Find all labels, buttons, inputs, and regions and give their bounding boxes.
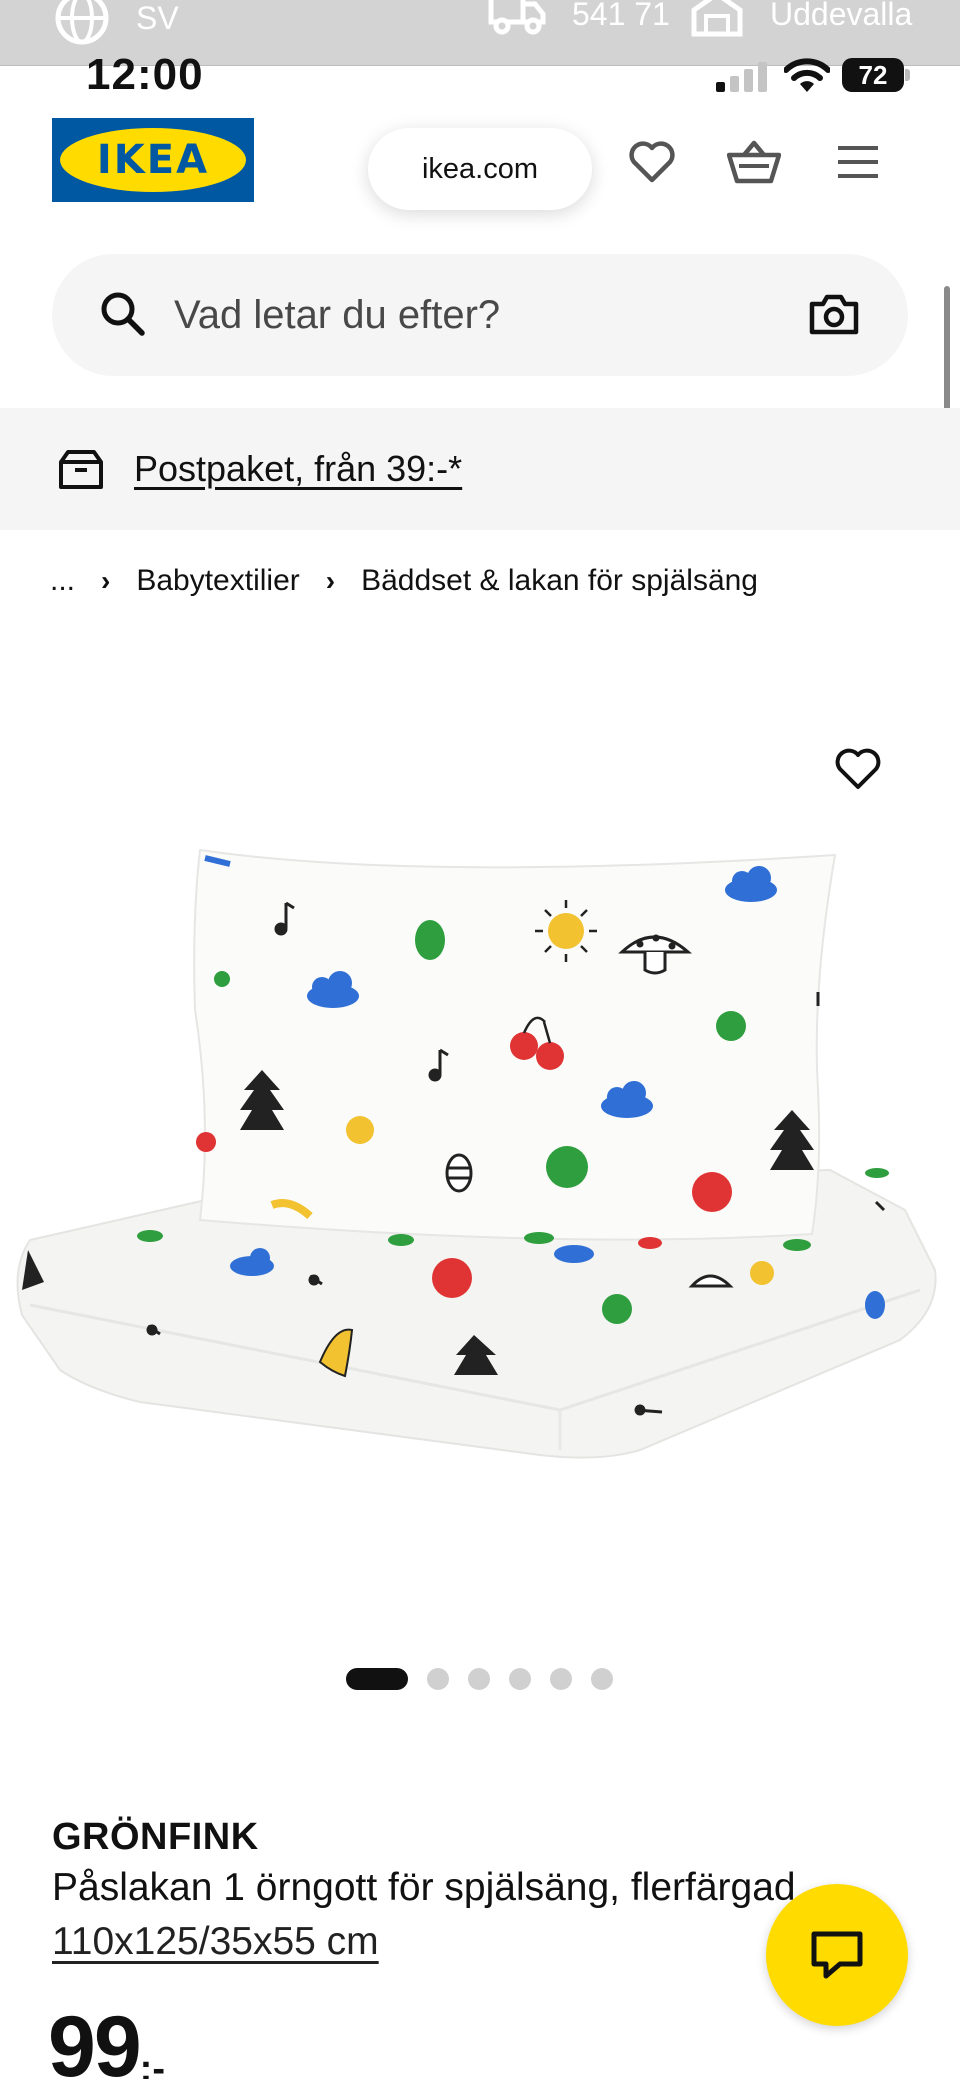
basket-icon [727, 140, 781, 184]
battery-level: 72 [842, 58, 904, 92]
logo-oval: IKEA [60, 128, 246, 192]
store-icon [691, 0, 743, 37]
product-price: 99 :- [48, 1998, 165, 2079]
battery-icon: 72 [842, 58, 910, 92]
menu-button[interactable] [830, 134, 886, 190]
package-icon [59, 450, 103, 489]
search-input[interactable] [174, 284, 754, 346]
gallery-dot-3[interactable] [468, 1668, 490, 1690]
price-suffix: :- [139, 2048, 165, 2079]
gallery-dot-4[interactable] [509, 1668, 531, 1690]
product-size-link[interactable]: 110x125/35x55 cm [52, 1920, 379, 1964]
globe-icon [55, 0, 109, 45]
signal-icon [716, 62, 767, 92]
battery-cap [905, 69, 910, 81]
breadcrumb: ... › Babytextilier › Bäddset & lakan fö… [50, 564, 758, 598]
wishlist-button[interactable] [624, 134, 680, 190]
logo-text: IKEA [96, 137, 210, 183]
postcode-label: 541 71 [572, 0, 670, 32]
basket-button[interactable] [726, 134, 782, 190]
camera-icon[interactable] [808, 292, 860, 336]
language-selector[interactable]: SV [54, 0, 179, 46]
postcode-selector[interactable]: 541 71 [488, 0, 670, 38]
product-image[interactable] [0, 650, 960, 1550]
ikea-logo[interactable]: IKEA [52, 118, 254, 202]
breadcrumb-ellipsis[interactable]: ... [50, 564, 75, 598]
search-bar[interactable] [52, 254, 908, 376]
truck-icon [488, 0, 546, 35]
chat-button[interactable] [766, 1884, 908, 2026]
gallery-pagination [346, 1668, 613, 1690]
product-brand: GRÖNFINK [52, 1816, 259, 1858]
store-selector[interactable]: Uddevalla [690, 0, 912, 38]
heart-outline-icon [835, 748, 881, 789]
product-wishlist-button[interactable] [826, 740, 890, 798]
heart-icon [629, 141, 675, 183]
chevron-right-icon: › [325, 565, 336, 596]
product-page: SV 541 71 Uddevalla 12:00 72 IKEA ikea.c… [0, 0, 960, 2079]
gallery-dot-2[interactable] [427, 1668, 449, 1690]
pattern-bee [445, 1153, 473, 1193]
product-description: Påslakan 1 örngott för spjälsäng, flerfä… [52, 1866, 796, 1909]
gallery-dot-5[interactable] [550, 1668, 572, 1690]
hamburger-menu-icon [838, 146, 878, 178]
store-label: Uddevalla [770, 0, 913, 32]
breadcrumb-item-baddset[interactable]: Bäddset & lakan för spjälsäng [361, 564, 758, 598]
chat-icon [811, 1931, 863, 1979]
wifi-icon [784, 58, 830, 92]
breadcrumb-item-babytextilier[interactable]: Babytextilier [136, 564, 299, 598]
gallery-dot-6[interactable] [591, 1668, 613, 1690]
price-integer: 99 [48, 1999, 142, 2079]
language-label: SV [136, 0, 179, 36]
search-icon [101, 292, 145, 336]
status-time: 12:00 [86, 50, 204, 99]
delivery-link[interactable]: Postpaket, från 39:-* [134, 448, 462, 490]
url-pill[interactable]: ikea.com [368, 128, 592, 210]
chevron-right-icon: › [101, 565, 111, 596]
delivery-banner: Postpaket, från 39:-* [0, 408, 960, 530]
gallery-dot-1[interactable] [346, 1668, 408, 1690]
